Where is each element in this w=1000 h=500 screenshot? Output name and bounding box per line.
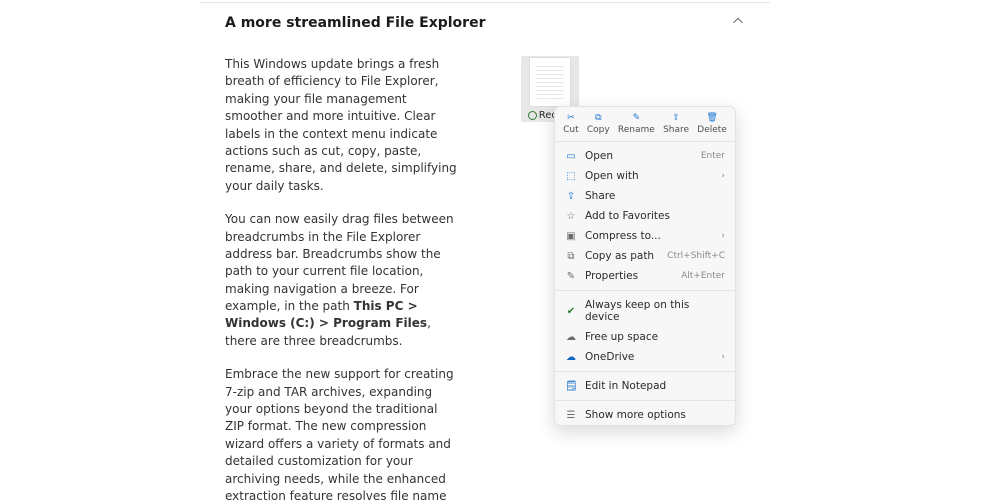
chevron-right-icon: › [721,231,725,241]
copy-path-icon: ⧉ [565,251,577,262]
share-button[interactable]: ⇪Share [663,113,689,135]
divider [200,2,770,3]
menu-item-share[interactable]: ⇪Share [555,186,735,206]
compress-icon: ▣ [565,231,577,242]
rename-icon: ✎ [633,113,641,123]
menu-item-add-favorites[interactable]: ☆Add to Favorites [555,206,735,226]
menu-item-open-with[interactable]: ⬚Open with› [555,166,735,186]
star-icon: ☆ [565,211,577,222]
cloud-icon: ☁ [565,332,577,343]
share-icon: ⇪ [565,191,577,202]
delete-button[interactable]: 🗑Delete [697,113,727,135]
cut-button[interactable]: ✂Cut [563,113,579,135]
onedrive-icon: ☁ [565,352,577,363]
sync-status-icon [528,111,537,120]
menu-item-onedrive[interactable]: ☁OneDrive› [555,347,735,367]
menu-separator [555,290,735,291]
menu-separator [555,371,735,372]
more-icon: ☰ [565,410,577,421]
menu-item-edit-notepad[interactable]: 🗒Edit in Notepad [555,376,735,396]
menu-item-compress[interactable]: ▣Compress to...› [555,226,735,246]
menu-item-free-up[interactable]: ☁Free up space [555,327,735,347]
menu-item-show-more[interactable]: ☰Show more options [555,405,735,425]
paragraph: This Windows update brings a fresh breat… [225,56,457,195]
menu-item-properties[interactable]: ✎PropertiesAlt+Enter [555,266,735,286]
section-header[interactable]: A more streamlined File Explorer [225,14,745,32]
cut-icon: ✂ [567,113,575,123]
context-menu-illustration: Recipe ✂Cut ⧉Copy ✎Rename ⇪Share 🗑Delete… [521,56,579,122]
open-with-icon: ⬚ [565,171,577,182]
document-icon [529,57,571,107]
menu-item-always-keep[interactable]: ✔Always keep on this device [555,295,735,327]
chevron-up-icon [731,14,745,32]
context-toolbar: ✂Cut ⧉Copy ✎Rename ⇪Share 🗑Delete [555,107,735,137]
menu-item-open[interactable]: ▭OpenEnter [555,146,735,166]
menu-separator [555,141,735,142]
share-icon: ⇪ [672,113,680,123]
properties-icon: ✎ [565,271,577,282]
copy-icon: ⧉ [595,113,601,123]
menu-item-copy-path[interactable]: ⧉Copy as pathCtrl+Shift+C [555,246,735,266]
context-menu: ✂Cut ⧉Copy ✎Rename ⇪Share 🗑Delete ▭OpenE… [554,106,736,426]
menu-separator [555,400,735,401]
notepad-icon: 🗒 [565,381,577,392]
chevron-right-icon: › [721,171,725,181]
article-body: This Windows update brings a fresh breat… [225,56,457,500]
paragraph: Embrace the new support for creating 7-z… [225,366,457,500]
delete-icon: 🗑 [706,113,717,123]
copy-button[interactable]: ⧉Copy [587,113,610,135]
chevron-right-icon: › [721,352,725,362]
rename-button[interactable]: ✎Rename [618,113,655,135]
cloud-check-icon: ✔ [565,306,577,317]
paragraph: You can now easily drag files between br… [225,211,457,350]
section-title: A more streamlined File Explorer [225,15,485,31]
open-icon: ▭ [565,151,577,162]
